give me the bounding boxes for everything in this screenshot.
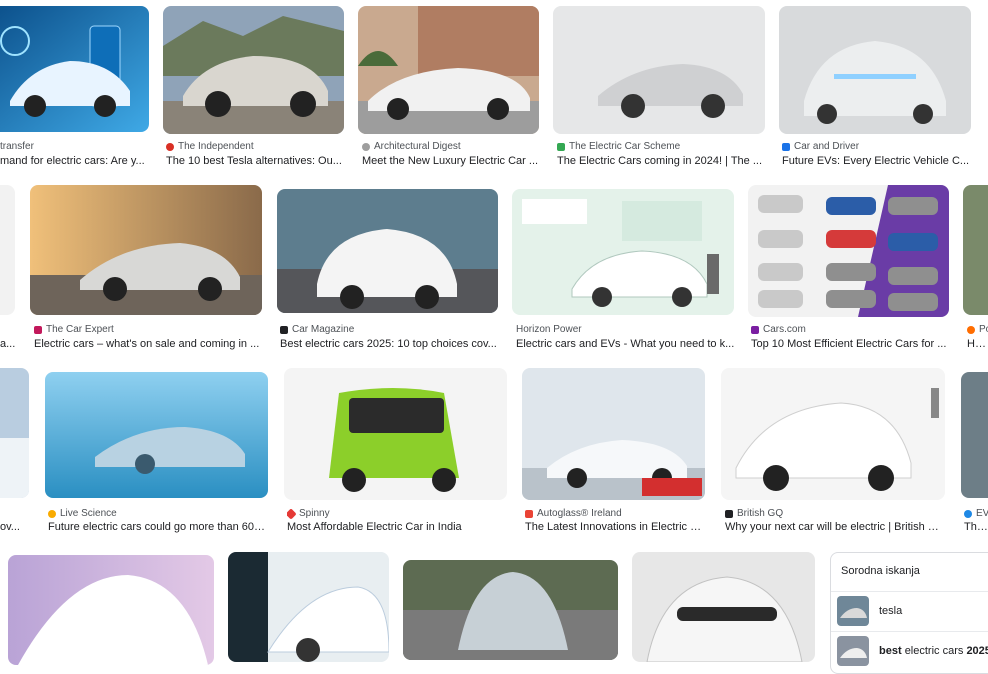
result-source: The Electric Car Scheme [557, 141, 767, 152]
site-favicon-icon [362, 142, 370, 151]
site-favicon-icon [287, 508, 297, 519]
result-image[interactable] [8, 555, 214, 665]
site-favicon-icon [751, 325, 759, 334]
result-title[interactable]: The F [964, 521, 988, 533]
result-image[interactable] [45, 372, 268, 498]
result-image[interactable] [0, 6, 149, 132]
result-title[interactable]: The Electric Cars coming in 2024! | The … [557, 155, 767, 167]
related-searches-heading: Sorodna iskanja [841, 565, 920, 577]
result-title[interactable]: The Latest Innovations in Electric C... [525, 521, 705, 533]
result-image[interactable] [284, 368, 507, 500]
result-title[interactable]: Meet the New Luxury Electric Car ... [362, 155, 542, 167]
result-image[interactable] [30, 185, 262, 315]
result-image[interactable] [0, 368, 29, 498]
site-favicon-icon [525, 509, 533, 518]
site-favicon-icon [280, 325, 288, 334]
related-search-item[interactable]: best electric cars 2025 [837, 635, 988, 667]
result-title[interactable]: Future electric cars could go more than … [48, 521, 268, 533]
result-image[interactable] [522, 368, 705, 500]
result-source: Car and Driver [782, 141, 972, 152]
result-source: The Car Expert [34, 324, 264, 335]
result-source: Car Magazine [280, 324, 500, 335]
result-title[interactable]: Most Affordable Electric Car in India [287, 521, 507, 533]
result-source: Live Science [48, 508, 268, 519]
site-favicon-icon [967, 325, 975, 334]
site-favicon-icon [782, 142, 790, 151]
result-source: Horizon Power [516, 324, 582, 335]
result-image[interactable] [721, 368, 945, 500]
result-title[interactable]: How [967, 338, 988, 350]
result-title[interactable]: Top 10 Most Efficient Electric Cars for … [751, 338, 951, 350]
related-search-text: electric cars [904, 645, 967, 657]
related-search-bold-prefix: best [879, 645, 902, 657]
result-source: Cars.com [751, 324, 951, 335]
result-image[interactable] [0, 185, 15, 315]
related-search-bold-suffix: 2025 [966, 645, 988, 657]
result-image[interactable] [748, 185, 949, 317]
result-source: The Independent [166, 141, 346, 152]
result-image[interactable] [228, 552, 389, 662]
result-source: Po [967, 324, 988, 335]
result-image[interactable] [779, 6, 971, 134]
result-image[interactable] [963, 185, 988, 315]
site-favicon-icon [725, 509, 733, 518]
result-image[interactable] [553, 6, 765, 134]
result-image[interactable] [358, 6, 539, 134]
result-title[interactable]: Electric cars – what's on sale and comin… [34, 338, 264, 350]
result-title[interactable]: Future EVs: Every Electric Vehicle C... [782, 155, 972, 167]
related-search-thumbnail [837, 596, 869, 626]
result-source: British GQ [725, 508, 945, 519]
result-image[interactable] [403, 560, 618, 660]
result-source: Architectural Digest [362, 141, 542, 152]
result-title[interactable]: Electric cars and EVs - What you need to… [516, 338, 736, 350]
result-image[interactable] [632, 552, 815, 662]
result-title[interactable]: The 10 best Tesla alternatives: Ou... [166, 155, 346, 167]
related-search-item[interactable]: tesla [837, 595, 902, 627]
site-favicon-icon [557, 142, 565, 151]
site-favicon-icon [34, 325, 42, 334]
related-search-label: tesla [879, 605, 903, 617]
result-title[interactable]: Best electric cars 2025: 10 top choices … [280, 338, 500, 350]
result-title[interactable]: ov... [0, 521, 29, 533]
result-source: EV [964, 508, 988, 519]
result-source: Spinny [287, 508, 507, 519]
result-source: Autoglass® Ireland [525, 508, 705, 519]
result-title[interactable]: a... [0, 338, 20, 350]
site-favicon-icon [166, 142, 174, 151]
result-image[interactable] [163, 6, 344, 134]
result-source: transfer [0, 141, 34, 152]
site-favicon-icon [964, 509, 972, 518]
related-search-label: best electric cars 2025 [879, 645, 988, 657]
result-image[interactable] [277, 189, 498, 313]
result-title[interactable]: mand for electric cars: Are y... [0, 155, 150, 167]
site-favicon-icon [48, 509, 56, 518]
related-search-thumbnail [837, 636, 869, 666]
result-image[interactable] [961, 372, 988, 498]
result-title[interactable]: Why your next car will be electric | Bri… [725, 521, 945, 533]
result-image[interactable] [512, 189, 734, 315]
